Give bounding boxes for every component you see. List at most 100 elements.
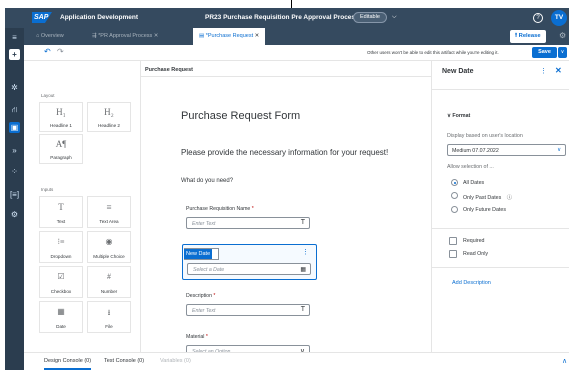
info-icon[interactable]: ⓘ — [507, 195, 512, 201]
shell-bar: SAP Application Development PR23 Purchas… — [5, 8, 569, 28]
purchase-requisition-name-input[interactable]: Enter Text T — [186, 217, 310, 229]
calendar-icon: ▦ — [57, 307, 65, 316]
redo-icon[interactable]: ↷ — [57, 47, 64, 56]
close-icon[interactable]: ✕ — [255, 33, 260, 39]
radio-only-past-dates[interactable] — [451, 192, 458, 199]
palette-item-checkbox[interactable]: ☑ Checkbox — [39, 266, 83, 298]
field-label-description[interactable]: Description * — [186, 293, 215, 299]
app-window: SAP Application Development PR23 Purchas… — [5, 8, 569, 370]
help-icon[interactable]: ? — [533, 13, 543, 23]
add-description-link[interactable]: Add Description — [452, 280, 491, 286]
control-palette: Layout H₁ Headline 1 H₂ Headline 2 A¶ Pa… — [24, 61, 141, 352]
bracket-icon[interactable]: [≡] — [9, 189, 20, 200]
edit-lock-note: Other users won't be able to edit this a… — [367, 50, 499, 55]
flow-icon[interactable]: ⛙ — [9, 104, 20, 115]
save-button[interactable]: Save — [532, 47, 557, 58]
avatar[interactable]: TV — [551, 10, 567, 26]
tab-variables: Variables (0) — [160, 358, 191, 364]
chevron-down-icon: ∨ — [557, 147, 561, 153]
tab-purchase-request[interactable]: ▤ *Purchase Request ✕ — [193, 28, 266, 45]
required-checkbox[interactable] — [449, 237, 457, 245]
undo-icon[interactable]: ↶ — [44, 47, 51, 56]
chevron-down-icon[interactable]: ⌵ — [392, 14, 397, 21]
divider — [432, 228, 569, 229]
tab-design-console[interactable]: Design Console (0) — [44, 358, 92, 370]
more-options-icon[interactable]: ⋮ — [540, 67, 547, 75]
form-canvas: Purchase Request Purchase Request Form P… — [141, 61, 431, 357]
date-field-label[interactable]: New Date — [184, 249, 213, 259]
more-options-icon[interactable]: ⋮ — [302, 248, 309, 256]
read-only-checkbox-label[interactable]: Read Only — [463, 251, 488, 257]
palette-item-headline-1[interactable]: H₁ Headline 1 — [39, 102, 83, 132]
settings-icon[interactable]: ⚙ — [559, 31, 566, 40]
tab-test-console[interactable]: Test Console (0) — [104, 358, 144, 364]
palette-item-date[interactable]: ▦ Date — [39, 301, 83, 333]
forward-icon[interactable]: » — [9, 145, 20, 156]
field-label-purchase-requisition-name[interactable]: Purchase Requisition Name * — [186, 206, 254, 212]
layout-section-label: Layout — [41, 93, 55, 98]
required-checkbox-label[interactable]: Required — [463, 238, 485, 244]
add-icon[interactable]: + — [9, 49, 20, 60]
tab-pr-approval-process[interactable]: ⇶ *PR Approval Process ✕ — [92, 28, 158, 45]
text-cursor — [291, 0, 292, 8]
sap-logo[interactable]: SAP — [32, 12, 52, 23]
palette-item-text-area[interactable]: ≡ Text Area — [87, 196, 131, 228]
form-icon: ▤ — [199, 33, 206, 39]
radio-only-future-dates[interactable] — [451, 206, 458, 213]
palette-item-text[interactable]: T Text — [39, 196, 83, 228]
form-title[interactable]: Purchase Request Form — [181, 110, 300, 122]
close-icon[interactable]: ✕ — [154, 33, 159, 39]
checkbox-icon: ☑ — [57, 272, 65, 281]
paragraph-icon: A¶ — [55, 139, 67, 149]
inputs-section-label: Inputs — [41, 187, 54, 192]
process-title: PR23 Purchase Requisition Pre Approval P… — [205, 14, 359, 21]
grid-icon[interactable]: ⁘ — [9, 166, 20, 177]
field-label-material[interactable]: Material * — [186, 334, 208, 340]
text-area-icon: ≡ — [106, 202, 112, 212]
editor-tab-bar: ⌂ Overview ⇶ *PR Approval Process ✕ ▤ *P… — [24, 28, 569, 45]
palette-item-number[interactable]: # Number — [87, 266, 131, 298]
palette-item-paragraph[interactable]: A¶ Paragraph — [39, 134, 83, 164]
palette-item-dropdown[interactable]: ⁝≡ Dropdown — [39, 231, 83, 263]
editable-badge[interactable]: Editable — [353, 12, 387, 23]
properties-title: New Date — [442, 68, 474, 75]
dropdown-icon: ⁝≡ — [57, 237, 65, 246]
text-icon: T — [58, 202, 64, 212]
menu-icon[interactable]: ≡ — [9, 32, 20, 43]
format-section-toggle[interactable]: ∨ Format — [447, 113, 470, 119]
form-question[interactable]: What do you need? — [181, 178, 233, 184]
palette-item-headline-2[interactable]: H₂ Headline 2 — [87, 102, 131, 132]
radio-all-dates-label[interactable]: All Dates — [463, 180, 484, 186]
palette-item-multiple-choice[interactable]: ◉ Multiple Choice — [87, 231, 131, 263]
radio-button-icon: ◉ — [105, 237, 113, 246]
radio-only-future-dates-label[interactable]: Only Future Dates — [463, 207, 506, 213]
properties-panel: New Date ⋮ ✕ ∨ Format Display based on u… — [431, 61, 569, 352]
editor-toolbar: ↶ ↷ Other users won't be able to edit th… — [24, 45, 569, 61]
headline-2-icon: H₂ — [104, 107, 114, 117]
canvas-header: Purchase Request — [141, 61, 431, 77]
date-format-select[interactable]: Medium 07.07.2022 ∨ — [447, 144, 566, 156]
side-navigation-rail: ≡ + ✲ ⛙ ▣ » ⁘ [≡] ⚙ — [5, 28, 24, 370]
read-only-checkbox[interactable] — [449, 250, 457, 258]
date-input[interactable]: Select a Date ▦ — [187, 263, 311, 275]
palette-item-file[interactable]: ⭳ File — [87, 301, 131, 333]
divider — [432, 89, 569, 90]
tab-overview[interactable]: ⌂ Overview — [36, 28, 64, 45]
lightbulb-icon[interactable]: ✲ — [9, 82, 20, 93]
calendar-icon: ▦ — [300, 267, 306, 273]
screen: SAP Application Development PR23 Purchas… — [0, 0, 569, 370]
text-icon: T — [300, 219, 305, 226]
save-options-chevron-icon[interactable]: ∨ — [558, 47, 567, 58]
close-icon[interactable]: ✕ — [555, 66, 562, 75]
release-button[interactable]: ⭱ Release — [510, 30, 546, 43]
radio-all-dates[interactable] — [451, 179, 458, 186]
content-icon[interactable]: ▣ — [9, 122, 20, 133]
selected-date-field[interactable]: New Date ⋮ Select a Date ▦ — [182, 244, 317, 280]
radio-only-past-dates-label[interactable]: Only Past Dates ⓘ — [463, 193, 512, 201]
upload-icon: ⭳ — [107, 308, 111, 317]
gear-icon[interactable]: ⚙ — [9, 209, 20, 220]
allow-selection-label: Allow selection of ... — [447, 164, 494, 170]
chevron-up-icon[interactable]: ∧ — [562, 357, 567, 365]
description-input[interactable]: Enter Text T — [186, 304, 310, 316]
form-intro-text[interactable]: Please provide the necessary information… — [181, 148, 388, 157]
